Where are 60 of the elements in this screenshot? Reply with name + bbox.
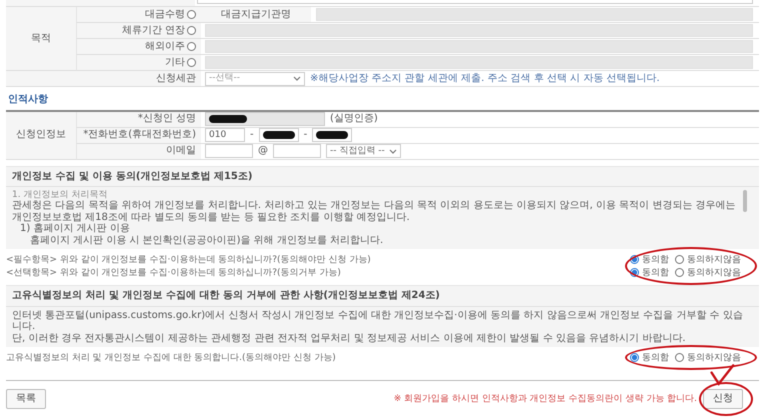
- consent-question: 고유식별정보의 처리 및 개인정보 수집에 대한 동의합니다.(동의해야만 신청 가능): [6, 352, 336, 364]
- row-label: 목적: [31, 32, 51, 44]
- input-field[interactable]: [197, 0, 753, 4]
- consent-text: 관세청은 다음의 목적을 위하여 개인정보를 처리합니다. 처리하고 있는 개인정보는 다음의 목적 이외의 용도로는 이용되지 않으며, 이용 목적이 변경되는 경우에는 개인정보보호법 제18조에 따라 별도의 동의를 받는 등 필요한 조치를 이행할 예정입니다.: [12, 200, 737, 223]
- option-label: 동의함: [642, 254, 669, 266]
- at-sign: @: [258, 145, 268, 157]
- caret-icon: [293, 76, 301, 81]
- option-label: 기타: [165, 56, 185, 68]
- redaction-mark: [209, 115, 247, 123]
- note-text: (실명인증): [330, 113, 378, 125]
- radio-button[interactable]: [630, 255, 639, 264]
- email-field[interactable]: [205, 144, 253, 158]
- scrollbar[interactable]: [743, 190, 747, 212]
- field-label: 대금지급기관명: [201, 7, 311, 22]
- phone-field[interactable]: [258, 128, 299, 142]
- consent-text: 홈페이지 게시판 이용 시 본인확인(공공아이핀)을 위해 개인정보를 처리합니다.: [29, 234, 384, 246]
- redaction-mark: [316, 131, 348, 139]
- phone-field[interactable]: [312, 128, 352, 142]
- consent-text: 단, 이러한 경우 전자통관시스템이 제공하는 관세행정 관련 전자적 업무처리 및 정보제공 서비스 이용에 제한이 발생될 수 있음을 유념하시기 바랍니다.: [12, 332, 687, 344]
- radio-button[interactable]: [675, 353, 684, 362]
- caret-icon: [389, 148, 397, 154]
- option-label: 동의함: [642, 352, 669, 364]
- radio-button[interactable]: [187, 42, 196, 51]
- submit-button[interactable]: 신청: [703, 389, 743, 409]
- radio-button[interactable]: [630, 353, 639, 362]
- radio-button[interactable]: [187, 10, 196, 19]
- redaction-mark: [262, 131, 295, 139]
- option-label: 체류기간 연장: [122, 24, 185, 36]
- option-label: 동의하지않음: [687, 268, 741, 278]
- separator-text: -: [250, 129, 254, 141]
- name-field[interactable]: [205, 112, 325, 126]
- consent-question: <선택항목> 위와 같이 개인정보를 수집·이용하는데 동의하십니까?(동의거부 가능): [6, 268, 341, 278]
- option-label: 동의하지않음: [687, 254, 741, 266]
- consent-text: 1) 홈페이지 게시판 이용: [19, 223, 131, 235]
- radio-button[interactable]: [187, 26, 196, 35]
- radio-button[interactable]: [675, 255, 684, 264]
- note-text: ※해당사업장 주소지 관할 세관에 제출. 주소 검색 후 선택 시 자동 선택됩니다.: [310, 72, 660, 84]
- consent-text: 인터넷 통관포털(unipass.customs.go.kr)에서 신청서 작성시 개인정보 수집에 대한 개인정보수집·이용에 동의를 하지 않음으로써 개인정보 수집을 거부할 수 있습니다.: [12, 310, 744, 333]
- option-label: 동의함: [642, 268, 669, 278]
- option-label: 동의하지않음: [687, 352, 741, 364]
- notice-text: ※ 회원가입을 하시면 인적사항과 개인정보 수집동의란이 생략 가능 합니다.: [394, 394, 697, 404]
- phone-field[interactable]: 010: [205, 128, 245, 142]
- option-label: 해외이주: [145, 40, 185, 52]
- row-label: 신청세관: [156, 72, 196, 84]
- radio-button[interactable]: [675, 268, 684, 278]
- radio-button[interactable]: [187, 58, 196, 67]
- field-label: *전화번호(휴대전화번호): [83, 129, 196, 141]
- radio-button[interactable]: [630, 268, 639, 278]
- row-label: 신청인정보: [16, 129, 66, 141]
- separator-text: -: [304, 129, 308, 141]
- domain-field[interactable]: [273, 144, 321, 158]
- consent-text: 1. 개인정보의 처리목적: [12, 190, 108, 200]
- field-label: *신청인 성명: [138, 113, 196, 125]
- field-label: 이메일: [166, 145, 196, 157]
- consent-title: 고유식별정보의 처리 및 개인정보 수집에 대한 동의 거부에 관한 사항(개인정보보호법 제24조): [6, 286, 759, 307]
- option-label: 대금수령: [145, 8, 185, 20]
- list-button[interactable]: 목록: [6, 389, 46, 409]
- consent-question: <필수항목> 위와 같이 개인정보를 수집·이용하는데 동의하십니까?(동의해야만 신청 가능): [6, 254, 371, 266]
- domain-select[interactable]: -- 직접입력 --: [326, 144, 401, 158]
- consent-title: 개인정보 수집 및 이용 동의(개인정보보호법 제15조): [6, 166, 759, 187]
